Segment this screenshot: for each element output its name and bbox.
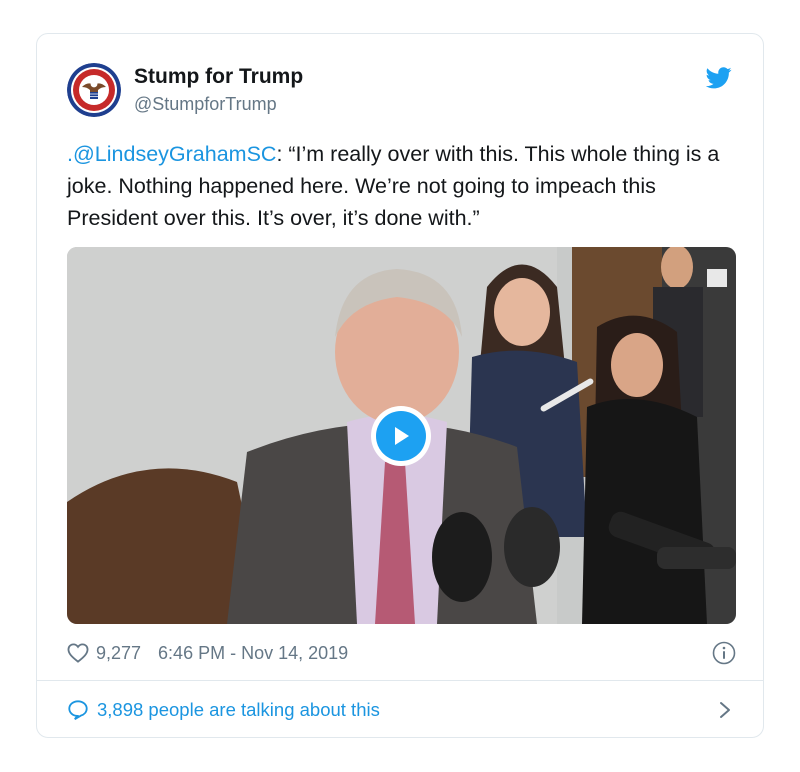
heart-icon: [67, 643, 89, 663]
mention-link[interactable]: .@LindseyGrahamSC: [67, 142, 276, 166]
conversation-count-label: 3,898 people are talking about this: [97, 699, 380, 720]
play-icon: [376, 411, 426, 461]
like-button[interactable]: 9,277: [67, 643, 141, 664]
divider: [37, 680, 763, 681]
conversation-link[interactable]: 3,898 people are talking about this: [67, 694, 736, 726]
info-icon[interactable]: [712, 641, 736, 665]
tweet-card: Stump for Trump @StumpforTrump .@Lindsey…: [36, 33, 764, 738]
tweet-meta: 9,277 6:46 PM - Nov 14, 2019: [67, 638, 736, 668]
tweet-text: .@LindseyGrahamSC: “I’m really over with…: [67, 138, 747, 234]
timestamp-link[interactable]: 6:46 PM - Nov 14, 2019: [158, 643, 348, 664]
twitter-bird-icon[interactable]: [705, 67, 732, 89]
eagle-seal-icon: [67, 63, 121, 117]
author-handle[interactable]: @StumpforTrump: [134, 94, 277, 115]
video-thumbnail[interactable]: [67, 247, 736, 624]
like-count: 9,277: [96, 642, 142, 663]
avatar[interactable]: [67, 63, 121, 117]
author-name[interactable]: Stump for Trump: [134, 65, 303, 89]
play-button[interactable]: [371, 406, 431, 466]
chevron-right-icon: [720, 702, 730, 718]
speech-bubble-icon: [68, 700, 88, 720]
